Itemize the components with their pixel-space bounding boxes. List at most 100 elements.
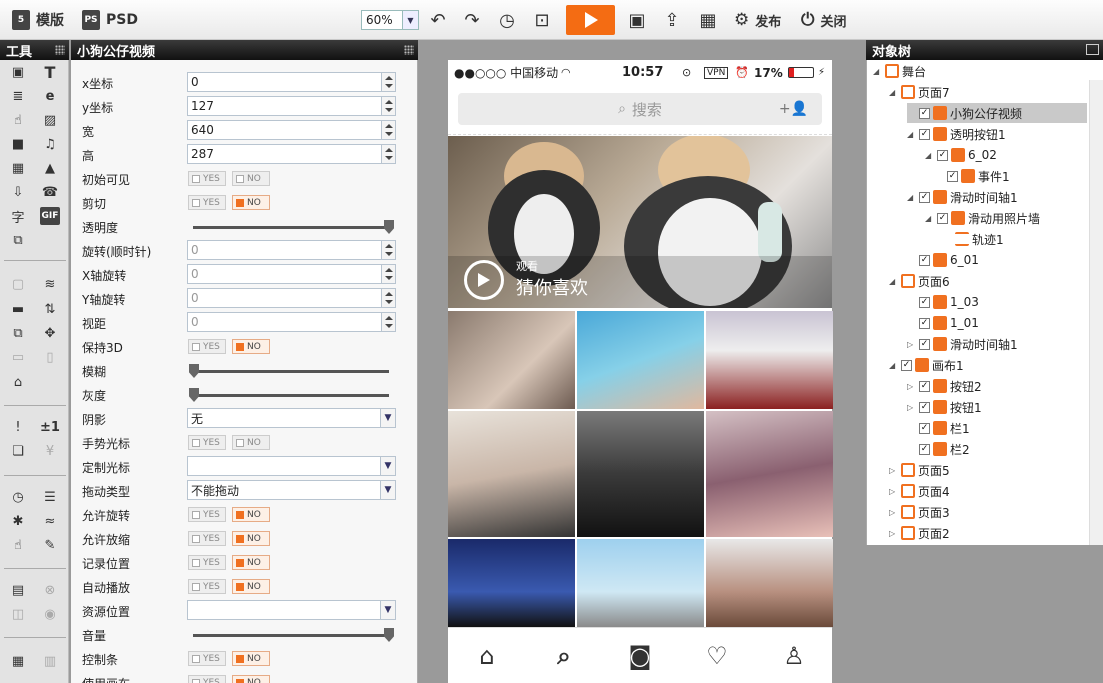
resource-select[interactable] [187,600,383,620]
home-icon[interactable]: ⌂ [472,642,502,670]
tree-node-canvas1[interactable]: ◢ ✓ 画布1 [889,355,964,375]
photo-tile[interactable] [448,311,575,409]
canvas-tool-icon[interactable]: ▤ [8,581,28,599]
film-tool-icon[interactable]: ▦ [8,652,28,670]
gallery-slider-tool-icon[interactable]: ⧉ [8,231,28,249]
no-toggle[interactable]: NO [232,171,270,186]
grayscale-slider[interactable] [193,394,389,397]
inbox-tool-icon[interactable]: ⌂ [8,373,28,391]
expand-icon[interactable]: ▷ [907,403,916,412]
width-input[interactable]: 640 [187,120,383,140]
blur-slider[interactable] [193,370,389,373]
tree-node-page4[interactable]: ▷ 页面4 [889,481,950,501]
video-tool-icon[interactable]: ■ [8,135,28,153]
checkbox-icon[interactable]: ✓ [919,191,930,203]
y-input[interactable]: 127 [187,96,383,116]
volume-slider[interactable] [193,634,389,637]
perspective-input[interactable]: 0 [187,312,383,332]
tree-node-page3[interactable]: ▷ 页面3 [889,502,950,522]
grayscale-slider-knob[interactable] [189,388,199,402]
yes-toggle[interactable]: YES [188,171,226,186]
search-icon[interactable]: ⌕ [549,642,579,670]
tree-node-event1[interactable]: ✓ 事件1 [947,166,1010,186]
mobile-tool-icon[interactable]: ▯ [40,348,60,366]
no-toggle[interactable]: NO [232,579,270,594]
yes-toggle[interactable]: YES [188,579,226,594]
template-button[interactable]: 5 模版 [12,9,64,31]
phone-search-bar[interactable]: ⌕ 搜索 +👤 [458,93,822,125]
rotate-spinner[interactable] [381,240,396,260]
phone-tool-icon[interactable]: ☎ [40,183,60,201]
expand-icon[interactable]: ▷ [907,382,916,391]
font-tool-icon[interactable]: 字 [8,207,28,226]
yes-toggle[interactable]: YES [188,675,226,683]
yes-toggle[interactable]: YES [188,531,226,546]
rotate-input[interactable]: 0 [187,240,383,260]
photo-tile[interactable] [577,411,704,537]
yes-toggle[interactable]: YES [188,555,226,570]
yes-toggle[interactable]: YES [188,651,226,666]
text-tool-icon[interactable]: T [40,63,60,82]
screenshot-icon[interactable]: ⊡ [530,8,554,32]
photo-tile[interactable] [577,311,704,409]
yes-toggle[interactable]: YES [188,507,226,522]
video-play-icon[interactable] [464,260,504,300]
web-tool-icon[interactable]: e [40,87,60,105]
tree-node-stage[interactable]: ◢ 舞台 [873,61,926,81]
qrcode-icon[interactable]: ▦ [696,8,720,32]
opacity-slider[interactable] [193,226,389,229]
stage-canvas[interactable]: ●●○○○ 中国移动 ◠ 10:57 ⊙ VPN ⏰ 17% ⚡ ⌕ 搜索 +👤… [448,60,833,683]
no-toggle[interactable]: NO [232,339,270,354]
camera-icon[interactable]: ◙ [625,642,655,670]
page-tool-icon[interactable]: ▢ [8,275,28,293]
history-icon[interactable]: ◷ [495,8,519,32]
collapse-icon[interactable]: ◢ [907,130,916,139]
qr-tool-icon[interactable]: ▦ [8,159,28,177]
richtext-tool-icon[interactable]: ≣ [8,87,28,105]
physics-tool-icon[interactable]: ⊗ [40,581,60,599]
checkbox-icon[interactable]: ✓ [919,338,930,350]
expand-icon[interactable]: ▷ [889,508,898,517]
checkbox-icon[interactable]: ✓ [919,296,930,308]
no-toggle[interactable]: NO [232,195,270,210]
path-tool-icon[interactable]: ✱ [8,512,28,530]
monitor-tool-icon[interactable]: ▭ [8,348,28,366]
expand-icon[interactable]: ▷ [889,529,898,538]
photo-tile[interactable] [706,311,833,409]
adjust-tool-icon[interactable]: ⇅ [40,300,60,318]
collapse-icon[interactable]: ◢ [907,193,916,202]
x-input[interactable]: 0 [187,72,383,92]
touch-tool-icon[interactable]: ☝ [8,111,28,129]
tree-node-track1[interactable]: 轨迹1 [955,229,1004,249]
no-toggle[interactable]: NO [232,507,270,522]
checkbox-icon[interactable]: ✓ [901,359,912,371]
add-user-icon[interactable]: +👤 [779,101,808,117]
tree-node-button1[interactable]: ▷ ✓ 按钮1 [907,397,982,417]
photo-tile[interactable] [706,539,833,627]
checkbox-icon[interactable]: ✓ [919,128,930,140]
chevron-down-icon[interactable]: ▼ [380,480,396,500]
collapse-icon[interactable]: ◢ [889,88,898,97]
counter-tool-icon[interactable]: ±1 [40,418,60,436]
width-spinner[interactable] [381,120,396,140]
panel-menu-icon[interactable] [1086,44,1099,55]
swipe-tool-icon[interactable]: ☝ [8,536,28,554]
perspective-spinner[interactable] [381,312,396,332]
expand-icon[interactable]: ▷ [889,466,898,475]
signal-tool-icon[interactable]: ◉ [40,605,60,623]
music-tool-icon[interactable]: ♫ [40,135,60,153]
custom-cursor-select[interactable] [187,456,383,476]
chevron-down-icon[interactable]: ▼ [380,600,396,620]
rotate-y-input[interactable]: 0 [187,288,383,308]
photo-tile[interactable] [448,411,575,537]
heart-icon[interactable]: ♡ [702,642,732,670]
copy-tool-icon[interactable]: ⧉ [8,324,28,342]
tree-node-timeline1b[interactable]: ▷ ✓ 滑动时间轴1 [907,334,1018,354]
photo-tile[interactable] [706,411,833,537]
grip-icon[interactable] [404,45,414,55]
height-input[interactable]: 287 [187,144,383,164]
expand-icon[interactable]: ▷ [907,340,916,349]
no-toggle[interactable]: NO [232,531,270,546]
hero-video[interactable]: 观看 猜你喜欢 [448,136,832,308]
tree-node-page6[interactable]: ◢ 页面6 [889,271,950,291]
